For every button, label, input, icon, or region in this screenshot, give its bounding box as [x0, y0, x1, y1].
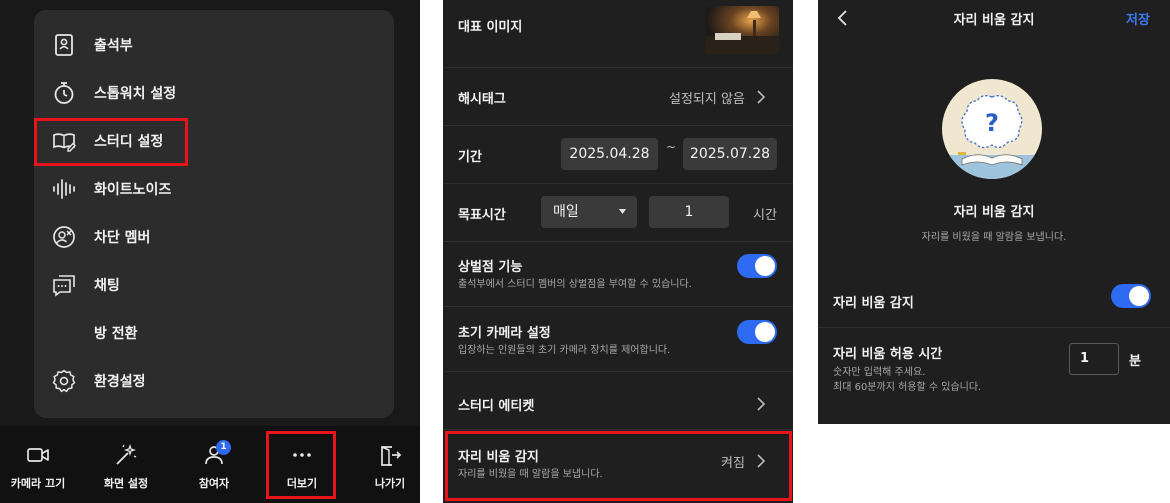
- reward-toggle[interactable]: [737, 254, 777, 278]
- absence-toggle-row: 자리 비움 감지: [818, 274, 1170, 328]
- settings-row-etiquette[interactable]: 스터디 에티켓: [443, 372, 793, 430]
- row-description: 최대 60분까지 허용할 수 있습니다.: [833, 382, 982, 393]
- goal-hours-input[interactable]: 1: [649, 196, 729, 228]
- date-separator: ~: [666, 140, 677, 154]
- block-user-icon: [53, 226, 75, 248]
- camera-off-button[interactable]: 카메라 끄기: [0, 426, 76, 503]
- toolbar-label: 나가기: [374, 477, 406, 490]
- highlight-absence-detection: [445, 431, 792, 501]
- toolbar-label: 카메라 끄기: [10, 477, 66, 490]
- hero-title: 자리 비움 감지: [953, 205, 1035, 220]
- row-title: 스터디 에티켓: [458, 399, 535, 414]
- end-date-field[interactable]: 2025.07.28: [683, 138, 777, 170]
- more-menu: 출석부 스톱워치 설정 스터디 설정 화이트노이즈 차단 멤버 채팅 방 전환 …: [34, 10, 394, 418]
- bottom-toolbar: 카메라 끄기 화면 설정 1 참여자 더보기 나가기: [0, 426, 420, 503]
- goal-frequency-select[interactable]: 매일: [541, 196, 637, 228]
- attendance-book-icon: [55, 34, 73, 56]
- settings-row-rep-image[interactable]: 대표 이미지: [443, 0, 793, 68]
- row-title: 목표시간: [458, 208, 506, 223]
- initial-camera-toggle[interactable]: [737, 320, 777, 344]
- row-title: 자리 비움 허용 시간: [833, 347, 943, 362]
- row-title: 상벌점 기능: [458, 260, 523, 275]
- menu-item-room-switch[interactable]: 방 전환: [34, 313, 394, 353]
- row-title: 기간: [458, 150, 482, 165]
- gear-icon: [52, 369, 76, 393]
- row-title: 초기 카메라 설정: [458, 326, 551, 341]
- exit-icon: [381, 446, 402, 466]
- menu-item-label: 방 전환: [94, 326, 138, 342]
- settings-row-goal-time: 목표시간 매일 1 시간: [443, 184, 793, 242]
- settings-row-period: 기간 2025.04.28 ~ 2025.07.28: [443, 126, 793, 184]
- toolbar-label: 참여자: [198, 477, 230, 490]
- participants-button[interactable]: 1 참여자: [176, 426, 252, 503]
- highlight-study-settings: [34, 118, 188, 166]
- hero-description: 자리를 비웠을 때 알람을 보냅니다.: [921, 232, 1067, 243]
- menu-item-attendance[interactable]: 출석부: [34, 25, 394, 65]
- study-settings-panel: 대표 이미지 해시태그 설정되지 않음 기간 2025.04.28 ~ 2025…: [443, 0, 793, 503]
- start-date-field[interactable]: 2025.04.28: [561, 138, 658, 170]
- settings-row-hashtag[interactable]: 해시태그 설정되지 않음: [443, 68, 793, 126]
- absence-illustration: ?: [942, 79, 1042, 179]
- menu-item-chat[interactable]: 채팅: [34, 265, 394, 305]
- settings-row-reward: 상벌점 기능 출석부에서 스터디 멤버의 상벌점을 부여할 수 있습니다.: [443, 242, 793, 307]
- menu-item-label: 스톱워치 설정: [94, 86, 177, 102]
- exit-button[interactable]: 나가기: [352, 426, 428, 503]
- menu-item-white-noise[interactable]: 화이트노이즈: [34, 169, 394, 209]
- row-title: 해시태그: [458, 92, 506, 107]
- select-value: 매일: [553, 204, 579, 220]
- representative-image-thumbnail[interactable]: [705, 6, 779, 54]
- page-title: 자리 비움 감지: [953, 13, 1035, 28]
- menu-item-label: 환경설정: [94, 374, 146, 390]
- screen-settings-button[interactable]: 화면 설정: [88, 426, 164, 503]
- question-mark: ?: [985, 109, 999, 137]
- magic-wand-icon: [116, 443, 137, 465]
- goal-unit: 시간: [753, 208, 777, 223]
- row-description: 출석부에서 스터디 멤버의 상벌점을 부여할 수 있습니다.: [458, 279, 692, 290]
- camera-icon: [27, 448, 49, 462]
- chevron-right-icon: [757, 90, 766, 104]
- study-desk-image: [705, 6, 779, 54]
- menu-item-label: 차단 멤버: [94, 230, 151, 246]
- participant-count-badge: 1: [216, 440, 231, 455]
- hashtag-value: 설정되지 않음: [669, 92, 745, 107]
- save-button[interactable]: 저장: [1126, 9, 1150, 28]
- menu-item-preferences[interactable]: 환경설정: [34, 361, 394, 401]
- minutes-unit: 분: [1129, 354, 1141, 369]
- menu-item-label: 채팅: [94, 278, 120, 294]
- row-description: 입장하는 인원들의 초기 카메라 장치를 제어합니다.: [458, 345, 671, 356]
- menu-item-label: 화이트노이즈: [94, 182, 172, 198]
- row-title: 자리 비움 감지: [833, 296, 914, 311]
- toolbar-label: 화면 설정: [103, 477, 149, 490]
- more-menu-panel: 출석부 스톱워치 설정 스터디 설정 화이트노이즈 차단 멤버 채팅 방 전환 …: [0, 0, 420, 503]
- menu-item-stopwatch[interactable]: 스톱워치 설정: [34, 73, 394, 113]
- absence-detection-panel: 자리 비움 감지 저장 ? 자리 비움 감지 자리를 비웠을 때 알람을 보냅니…: [818, 0, 1170, 424]
- chevron-right-icon: [757, 397, 766, 411]
- row-title: 대표 이미지: [458, 20, 523, 35]
- row-description: 숫자만 입력해 주세요.: [833, 367, 926, 378]
- absence-minutes-input[interactable]: 1: [1069, 343, 1119, 375]
- sound-wave-icon: [53, 179, 75, 199]
- highlight-more-button: [266, 431, 336, 499]
- absence-detection-toggle[interactable]: [1111, 284, 1151, 308]
- menu-item-label: 출석부: [94, 38, 133, 54]
- chat-icon: [53, 275, 75, 297]
- stopwatch-icon: [54, 82, 74, 104]
- menu-item-blocked-members[interactable]: 차단 멤버: [34, 217, 394, 257]
- settings-row-initial-camera: 초기 카메라 설정 입장하는 인원들의 초기 카메라 장치를 제어합니다.: [443, 307, 793, 372]
- caret-down-icon: [619, 209, 626, 214]
